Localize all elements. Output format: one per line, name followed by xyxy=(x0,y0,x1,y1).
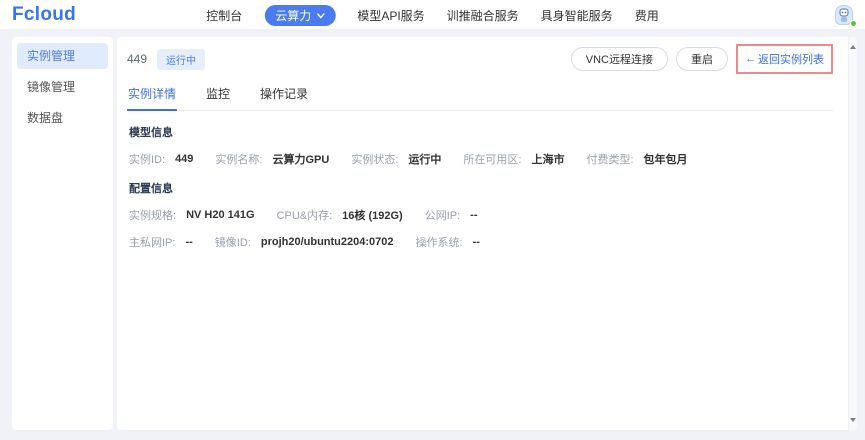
info-value: NV H20 141G xyxy=(186,209,255,221)
info-value: -- xyxy=(470,209,478,221)
info-value: 16核 (192G) xyxy=(342,210,403,222)
scroll-down-arrow-icon[interactable] xyxy=(850,418,856,422)
info-pair-private-ip: 主私网IP: -- xyxy=(129,234,193,250)
nav-item-console[interactable]: 控制台 xyxy=(206,7,242,24)
nav-item-billing[interactable]: 费用 xyxy=(635,7,659,24)
status-badge: 运行中 xyxy=(157,48,206,70)
instance-title-group: 449 运行中 xyxy=(127,48,206,70)
main-nav: 控制台 云算力 模型API服务 训推融合服务 具身智能服务 费用 xyxy=(206,0,659,30)
back-to-instance-list-link[interactable]: ← 返回实例列表 xyxy=(736,44,833,74)
info-label: CPU&内存: xyxy=(276,210,333,222)
info-label: 实例规格: xyxy=(129,210,177,222)
arrow-left-icon: ← xyxy=(745,53,756,65)
info-row: 主私网IP: -- 镜像ID: projh20/ubuntu2204:0702 … xyxy=(129,234,833,250)
vertical-scrollbar[interactable] xyxy=(848,37,857,430)
section-title: 模型信息 xyxy=(129,127,173,139)
vnc-connect-button[interactable]: VNC远程连接 xyxy=(570,47,668,71)
restart-button[interactable]: 重启 xyxy=(676,47,728,71)
sidebar-item-image-management[interactable]: 镜像管理 xyxy=(17,74,108,100)
scroll-up-arrow-icon[interactable] xyxy=(850,45,856,49)
tab-operation-log[interactable]: 操作记录 xyxy=(259,83,309,110)
info-label: 实例状态: xyxy=(351,154,399,166)
info-label: 实例ID: xyxy=(129,154,166,166)
info-label: 付费类型: xyxy=(586,154,634,166)
user-avatar[interactable] xyxy=(835,5,857,27)
info-value: -- xyxy=(472,236,480,248)
instance-actions: VNC远程连接 重启 ← 返回实例列表 xyxy=(570,44,833,74)
info-pair-instance-name: 实例名称: 云算力GPU xyxy=(215,151,329,167)
back-link-label: 返回实例列表 xyxy=(758,54,824,66)
info-label: 所在可用区: xyxy=(463,154,522,166)
info-pair-cpu-memory: CPU&内存: 16核 (192G) xyxy=(277,207,403,223)
info-pair-instance-status: 实例状态: 运行中 xyxy=(351,151,441,167)
nav-item-embodied-ai[interactable]: 具身智能服务 xyxy=(541,7,613,24)
nav-item-cloud-compute[interactable]: 云算力 xyxy=(264,4,336,26)
info-pair-image-id: 镜像ID: projh20/ubuntu2204:0702 xyxy=(215,234,394,250)
nav-item-model-api[interactable]: 模型API服务 xyxy=(357,7,424,24)
instance-detail-panel: 449 运行中 VNC远程连接 重启 ← 返回实例列表 实例详情 监控 操作记录… xyxy=(117,37,857,430)
tab-instance-details[interactable]: 实例详情 xyxy=(127,83,178,111)
info-label: 镜像ID: xyxy=(214,237,251,249)
section-title: 配置信息 xyxy=(129,183,173,195)
info-value: 包年包月 xyxy=(643,154,688,166)
info-label: 主私网IP: xyxy=(129,237,176,249)
section-model-info: 模型信息 实例ID: 449 实例名称: 云算力GPU 实例状态: 运行中 所在… xyxy=(127,124,833,167)
section-config-info: 配置信息 实例规格: NV H20 141G CPU&内存: 16核 (192G… xyxy=(127,180,833,250)
instance-id: 449 xyxy=(127,52,148,66)
info-pair-billing-type: 付费类型: 包年包月 xyxy=(586,151,687,167)
fcloud-logo[interactable]: Fcloud xyxy=(12,4,76,26)
info-pair-instance-id: 实例ID: 449 xyxy=(129,151,193,167)
sidebar-item-instance-management[interactable]: 实例管理 xyxy=(17,43,108,69)
info-label: 实例名称: xyxy=(215,154,263,166)
tab-monitoring[interactable]: 监控 xyxy=(205,83,231,110)
info-label: 公网IP: xyxy=(424,210,461,222)
info-pair-public-ip: 公网IP: -- xyxy=(425,207,478,223)
chevron-down-icon xyxy=(316,8,325,22)
sidebar: 实例管理 镜像管理 数据盘 xyxy=(12,37,113,430)
info-row: 实例规格: NV H20 141G CPU&内存: 16核 (192G) 公网I… xyxy=(129,207,833,223)
info-pair-os: 操作系统: -- xyxy=(416,234,480,250)
info-value: -- xyxy=(185,236,193,248)
nav-item-train-infer[interactable]: 训推融合服务 xyxy=(447,7,519,24)
info-pair-availability-zone: 所在可用区: 上海市 xyxy=(463,151,564,167)
sidebar-item-data-disk[interactable]: 数据盘 xyxy=(17,105,108,131)
info-value: 运行中 xyxy=(408,154,442,166)
top-nav-bar: Fcloud 控制台 云算力 模型API服务 训推融合服务 具身智能服务 费用 xyxy=(0,0,865,30)
info-value: 云算力GPU xyxy=(272,154,330,166)
info-value: projh20/ubuntu2204:0702 xyxy=(260,236,394,248)
info-label: 操作系统: xyxy=(415,237,463,249)
info-pair-instance-spec: 实例规格: NV H20 141G xyxy=(129,207,255,223)
online-status-dot xyxy=(850,20,857,27)
info-row: 实例ID: 449 实例名称: 云算力GPU 实例状态: 运行中 所在可用区: … xyxy=(129,151,833,167)
instance-header: 449 运行中 VNC远程连接 重启 ← 返回实例列表 xyxy=(127,44,833,74)
nav-item-cloud-compute-label: 云算力 xyxy=(275,8,312,23)
detail-tabs: 实例详情 监控 操作记录 xyxy=(127,83,833,111)
info-value: 449 xyxy=(175,153,194,165)
info-value: 上海市 xyxy=(531,154,565,166)
